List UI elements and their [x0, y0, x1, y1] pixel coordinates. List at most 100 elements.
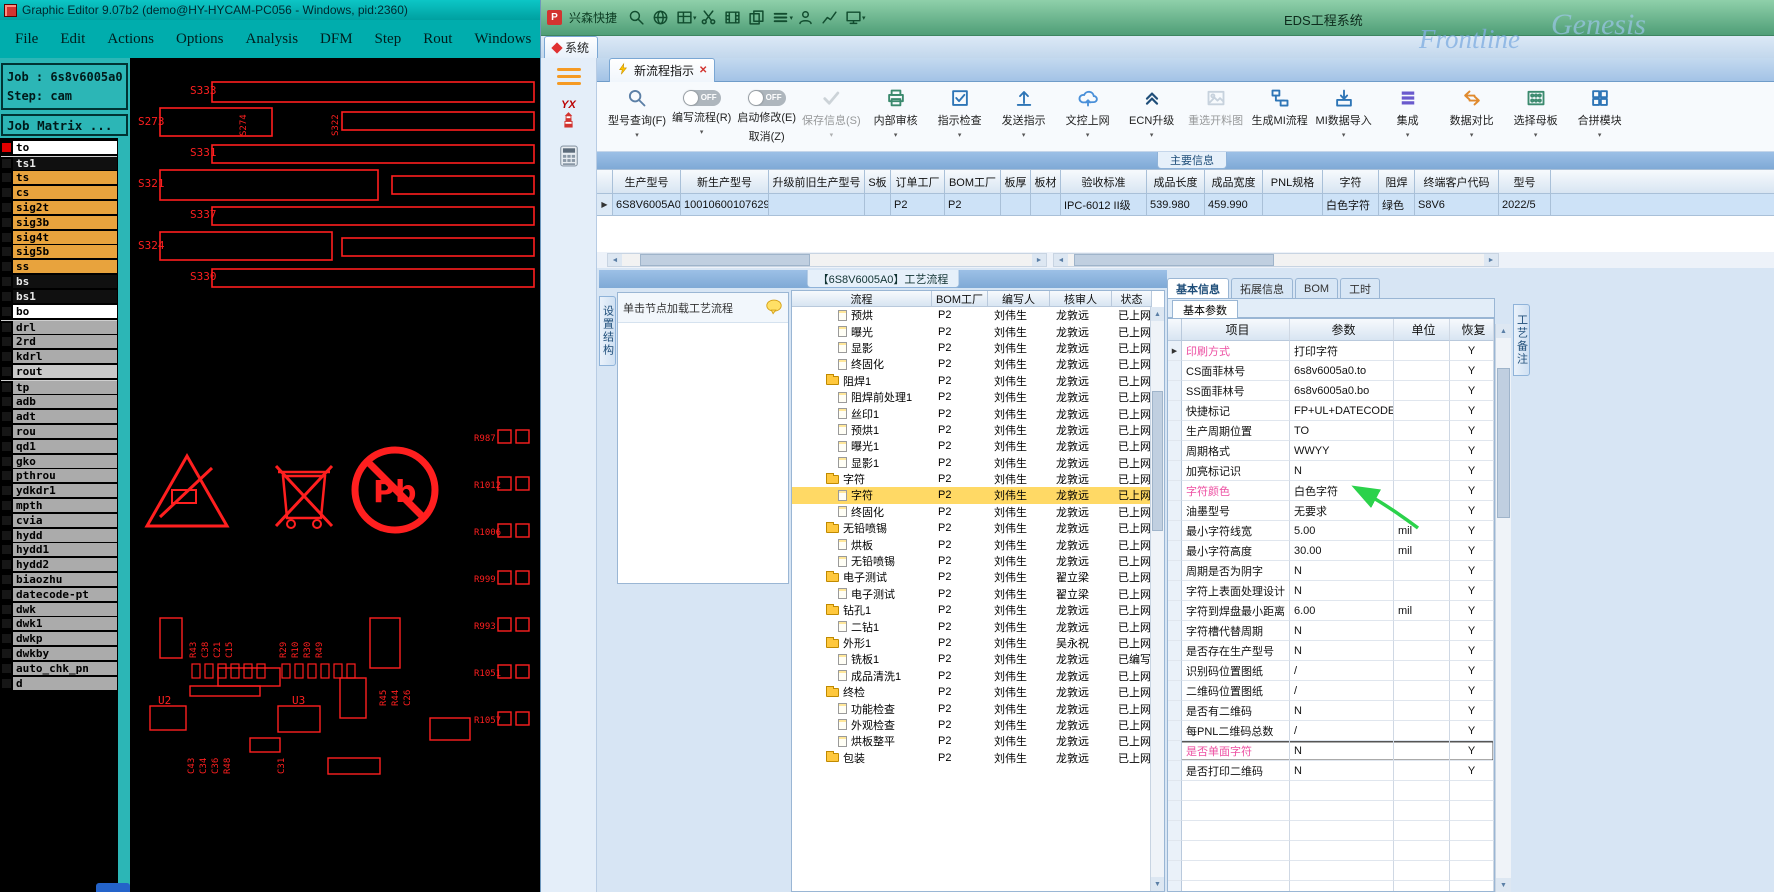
param-row[interactable]: 周期格式 WWYY Y — [1168, 441, 1494, 461]
tab-system[interactable]: 系统 — [544, 36, 599, 58]
layer-row-hydd[interactable]: hydd — [1, 528, 117, 543]
layer-row-ts[interactable]: ts — [1, 171, 117, 186]
scrollbar-track[interactable] — [1151, 321, 1164, 877]
toolbar-ecn-upgrade[interactable]: ECN升级 ▾ — [1120, 87, 1184, 139]
tab-params-0[interactable]: 基本信息 — [1167, 278, 1229, 298]
menu-rout[interactable]: Rout — [412, 31, 463, 48]
param-row[interactable]: 二维码位置图纸 / Y — [1168, 681, 1494, 701]
yx-logo[interactable]: YX — [541, 99, 596, 133]
scrollbar-thumb[interactable] — [1497, 368, 1510, 518]
toolbar-reselect-panel-drawing[interactable]: 重选开料图 — [1184, 87, 1248, 128]
person-icon[interactable] — [793, 7, 817, 29]
tree-node[interactable]: 丝印1 P2 刘伟生 龙敦远 已上网 — [792, 405, 1164, 421]
menu-options[interactable]: Options — [165, 31, 235, 48]
layer-row-biaozhu[interactable]: biaozhu — [1, 572, 117, 587]
param-value[interactable]: 白色字符 — [1290, 481, 1394, 501]
column-header-15[interactable]: 型号 — [1499, 170, 1551, 194]
column-header-2[interactable]: 升级前旧生产型号 — [769, 170, 865, 194]
layer-row-ts1[interactable]: ts1 — [1, 155, 117, 171]
tree-node[interactable]: 外观检查 P2 刘伟生 龙敦远 已上网 — [792, 717, 1164, 733]
scroll-right-icon[interactable]: ► — [1484, 254, 1498, 266]
layer-row-sig4t[interactable]: sig4t — [1, 230, 117, 245]
param-row[interactable]: 生产周期位置 TO Y — [1168, 421, 1494, 441]
scroll-up-icon[interactable]: ▲ — [1496, 324, 1511, 338]
column-header-10[interactable]: 成品宽度 — [1205, 170, 1263, 194]
toggle-off-switch[interactable]: OFF — [682, 90, 721, 106]
param-value[interactable]: N — [1290, 641, 1394, 661]
film-icon[interactable] — [721, 7, 745, 29]
tree-node[interactable]: 功能检查 P2 刘伟生 龙敦远 已上网 — [792, 700, 1164, 716]
column-header-6[interactable]: 板厚 — [1001, 170, 1031, 194]
menu-dfm[interactable]: DFM — [309, 31, 364, 48]
scrollbar-track[interactable] — [1068, 254, 1484, 266]
layer-row-datecode-pt[interactable]: datecode-pt — [1, 587, 117, 602]
layer-row-qd1[interactable]: qd1 — [1, 439, 117, 454]
layer-row-bs[interactable]: bs — [1, 274, 117, 289]
tree-node[interactable]: 铣板1 P2 刘伟生 龙敦远 已编写 — [792, 651, 1164, 667]
tab-params-2[interactable]: BOM — [1295, 278, 1339, 298]
tree-node[interactable]: 曝光1 P2 刘伟生 龙敦远 已上网 — [792, 438, 1164, 454]
param-value[interactable]: 6.00 — [1290, 601, 1394, 621]
layer-row-rout[interactable]: rout — [1, 364, 117, 379]
layer-row-2rd[interactable]: 2rd — [1, 334, 117, 349]
param-row[interactable]: 字符颜色 白色字符 Y — [1168, 481, 1494, 501]
tree-node[interactable]: 钻孔1 P2 刘伟生 龙敦远 已上网 — [792, 602, 1164, 618]
layer-row-adt[interactable]: adt — [1, 409, 117, 424]
param-value[interactable]: 6s8v6005a0.bo — [1290, 381, 1394, 401]
layer-row-hydd1[interactable]: hydd1 — [1, 543, 117, 558]
param-row[interactable]: 是否单面字符 N Y — [1168, 741, 1494, 761]
param-value[interactable]: 无要求 — [1290, 501, 1394, 521]
layer-row-ydkdr1[interactable]: ydkdr1 — [1, 483, 117, 498]
toolbar-generate-mi-flow[interactable]: 生成MI流程 — [1248, 87, 1312, 128]
scroll-down-icon[interactable]: ▼ — [1151, 877, 1164, 891]
params-scrollbar[interactable]: ▲ ▼ — [1495, 324, 1511, 892]
layer-row-bo[interactable]: bo — [1, 304, 117, 319]
menu-analysis[interactable]: Analysis — [235, 31, 310, 48]
param-value[interactable]: WWYY — [1290, 441, 1394, 461]
layer-row-dwk[interactable]: dwk — [1, 602, 117, 617]
tab-basic-params[interactable]: 基本参数 — [1172, 300, 1238, 319]
job-matrix-button[interactable]: Job Matrix ... — [1, 114, 128, 136]
tree-node[interactable]: 成品清洗1 P2 刘伟生 龙敦远 已上网 — [792, 668, 1164, 684]
tree-node[interactable]: 曝光 P2 刘伟生 龙敦远 已上网 — [792, 323, 1164, 339]
layer-row-kdrl[interactable]: kdrl — [1, 349, 117, 364]
structure-view[interactable] — [618, 323, 788, 583]
param-row[interactable]: 最小字符高度 30.00 mil Y — [1168, 541, 1494, 561]
tree-column-4[interactable]: 状态 — [1112, 291, 1152, 307]
toolbar-save-info[interactable]: 保存信息(S) ▾ — [799, 87, 864, 139]
param-value[interactable]: / — [1290, 721, 1394, 741]
tree-node[interactable]: 电子测试 P2 刘伟生 翟立梁 已上网 — [792, 586, 1164, 602]
param-row[interactable]: ▶ 印刷方式 打印字符 Y — [1168, 341, 1494, 361]
param-row[interactable]: 最小字符线宽 5.00 mil Y — [1168, 521, 1494, 541]
editor-canvas[interactable]: S333S273S331S321S337S324S330S274S322PbR9… — [130, 58, 540, 892]
param-value[interactable]: N — [1290, 701, 1394, 721]
quickbar-brand[interactable]: 兴森快捷 — [569, 9, 617, 26]
chart-icon[interactable] — [817, 7, 841, 29]
layer-row-hydd2[interactable]: hydd2 — [1, 557, 117, 572]
menu-file[interactable]: File — [4, 31, 49, 48]
layer-row-dwkby[interactable]: dwkby — [1, 646, 117, 661]
param-value[interactable]: N — [1290, 741, 1394, 761]
param-row[interactable]: 字符到焊盘最小距离 6.00 mil Y — [1168, 601, 1494, 621]
tree-scrollbar[interactable]: ▲ ▼ — [1150, 307, 1164, 891]
layer-row-ss[interactable]: ss — [1, 259, 117, 274]
scrollbar-thumb[interactable] — [1074, 254, 1274, 266]
param-row[interactable]: 每PNL二维码总数 / Y — [1168, 721, 1494, 741]
toolbar-select-mother-board[interactable]: 选择母板 ▾ — [1504, 87, 1568, 139]
table-row[interactable]: ▶ 6S8V6005A0 10010600107629 P2 P2 IPC-6012 II… — [597, 194, 1774, 216]
tree-node[interactable]: 终固化 P2 刘伟生 龙敦远 已上网 — [792, 356, 1164, 372]
param-column-3[interactable]: 恢复 — [1450, 319, 1494, 341]
column-header-12[interactable]: 字符 — [1323, 170, 1379, 194]
param-value[interactable]: N — [1290, 581, 1394, 601]
layer-row-gko[interactable]: gko — [1, 454, 117, 469]
menu-actions[interactable]: Actions — [96, 31, 165, 48]
column-header-7[interactable]: 板材 — [1031, 170, 1061, 194]
menu-windows[interactable]: Windows — [463, 31, 540, 48]
param-column-2[interactable]: 单位 — [1394, 319, 1450, 341]
tab-params-1[interactable]: 拓展信息 — [1231, 278, 1293, 298]
toolbar-start-modify[interactable]: OFF 启动修改(E) 取消(Z) — [734, 87, 799, 144]
param-column-1[interactable]: 参数 — [1290, 319, 1394, 341]
tree-column-0[interactable]: 流程 — [792, 291, 932, 307]
toolbar-mi-data-import[interactable]: MI数据导入 ▾ — [1312, 87, 1376, 139]
chevron-down-icon[interactable]: ▾ — [862, 14, 866, 22]
